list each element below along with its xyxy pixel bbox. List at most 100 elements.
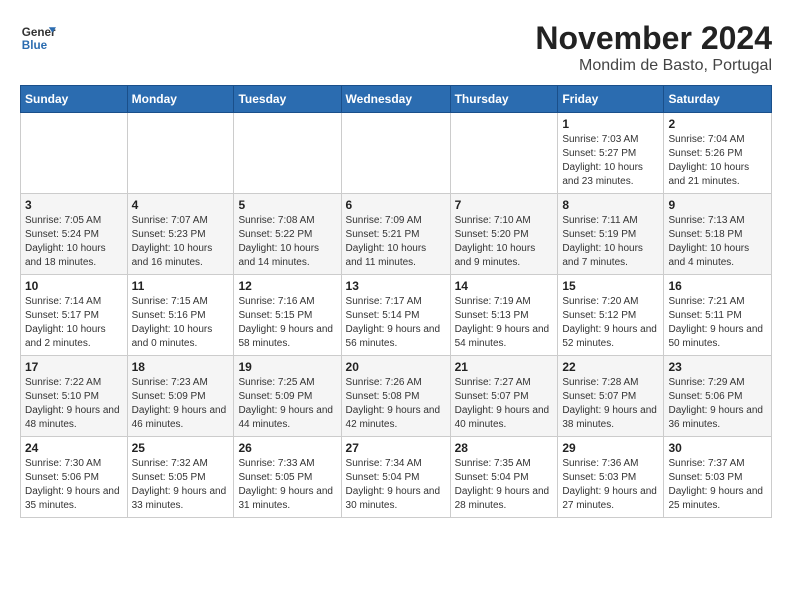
- day-number: 16: [668, 279, 767, 293]
- logo: General Blue: [20, 20, 56, 56]
- day-number: 21: [455, 360, 554, 374]
- day-number: 20: [346, 360, 446, 374]
- week-row-2: 3 Sunrise: 7:05 AM Sunset: 5:24 PM Daylig…: [21, 194, 772, 275]
- day-cell: 21 Sunrise: 7:27 AM Sunset: 5:07 PM Dayli…: [450, 356, 558, 437]
- day-info: Sunrise: 7:13 AM Sunset: 5:18 PM Dayligh…: [668, 214, 767, 270]
- day-cell: 28 Sunrise: 7:35 AM Sunset: 5:04 PM Dayli…: [450, 437, 558, 518]
- day-cell: 5 Sunrise: 7:08 AM Sunset: 5:22 PM Daylig…: [234, 194, 341, 275]
- day-number: 3: [25, 198, 123, 212]
- calendar-header: SundayMondayTuesdayWednesdayThursdayFrid…: [21, 86, 772, 113]
- day-number: 10: [25, 279, 123, 293]
- day-number: 2: [668, 117, 767, 131]
- day-info: Sunrise: 7:16 AM Sunset: 5:15 PM Dayligh…: [238, 295, 336, 351]
- day-info: Sunrise: 7:11 AM Sunset: 5:19 PM Dayligh…: [562, 214, 659, 270]
- day-info: Sunrise: 7:20 AM Sunset: 5:12 PM Dayligh…: [562, 295, 659, 351]
- day-info: Sunrise: 7:22 AM Sunset: 5:10 PM Dayligh…: [25, 376, 123, 432]
- weekday-friday: Friday: [558, 86, 664, 113]
- day-info: Sunrise: 7:23 AM Sunset: 5:09 PM Dayligh…: [132, 376, 230, 432]
- day-cell: 30 Sunrise: 7:37 AM Sunset: 5:03 PM Dayli…: [664, 437, 772, 518]
- day-cell: 14 Sunrise: 7:19 AM Sunset: 5:13 PM Dayli…: [450, 275, 558, 356]
- day-info: Sunrise: 7:26 AM Sunset: 5:08 PM Dayligh…: [346, 376, 446, 432]
- day-cell: 27Sunrise: 7:34 AM Sunset: 5:04 PM Dayli…: [341, 437, 450, 518]
- day-number: 22: [562, 360, 659, 374]
- day-cell: 24 Sunrise: 7:30 AM Sunset: 5:06 PM Dayli…: [21, 437, 128, 518]
- day-number: 5: [238, 198, 336, 212]
- day-number: 1: [562, 117, 659, 131]
- day-cell: 19 Sunrise: 7:25 AM Sunset: 5:09 PM Dayli…: [234, 356, 341, 437]
- day-number: 19: [238, 360, 336, 374]
- day-info: Sunrise: 7:33 AM Sunset: 5:05 PM Dayligh…: [238, 457, 336, 513]
- day-cell: 7 Sunrise: 7:10 AM Sunset: 5:20 PM Daylig…: [450, 194, 558, 275]
- day-number: 6: [346, 198, 446, 212]
- day-info: Sunrise: 7:05 AM Sunset: 5:24 PM Dayligh…: [25, 214, 123, 270]
- day-cell: 3 Sunrise: 7:05 AM Sunset: 5:24 PM Daylig…: [21, 194, 128, 275]
- day-number: 30: [668, 441, 767, 455]
- day-cell: 26 Sunrise: 7:33 AM Sunset: 5:05 PM Dayli…: [234, 437, 341, 518]
- day-number: 7: [455, 198, 554, 212]
- day-number: 23: [668, 360, 767, 374]
- svg-text:Blue: Blue: [22, 39, 48, 52]
- day-cell: 15 Sunrise: 7:20 AM Sunset: 5:12 PM Dayli…: [558, 275, 664, 356]
- day-info: Sunrise: 7:35 AM Sunset: 5:04 PM Dayligh…: [455, 457, 554, 513]
- subtitle: Mondim de Basto, Portugal: [535, 57, 772, 75]
- day-number: 4: [132, 198, 230, 212]
- day-number: 12: [238, 279, 336, 293]
- day-number: 17: [25, 360, 123, 374]
- day-info: Sunrise: 7:37 AM Sunset: 5:03 PM Dayligh…: [668, 457, 767, 513]
- day-info: Sunrise: 7:29 AM Sunset: 5:06 PM Dayligh…: [668, 376, 767, 432]
- day-info: Sunrise: 7:25 AM Sunset: 5:09 PM Dayligh…: [238, 376, 336, 432]
- title-section: November 2024 Mondim de Basto, Portugal: [535, 20, 772, 75]
- day-info: Sunrise: 7:04 AM Sunset: 5:26 PM Dayligh…: [668, 133, 767, 189]
- day-number: 29: [562, 441, 659, 455]
- weekday-thursday: Thursday: [450, 86, 558, 113]
- weekday-monday: Monday: [127, 86, 234, 113]
- day-number: 26: [238, 441, 336, 455]
- day-cell: 1Sunrise: 7:03 AM Sunset: 5:27 PM Daylig…: [558, 113, 664, 194]
- day-number: 24: [25, 441, 123, 455]
- day-cell: 20 Sunrise: 7:26 AM Sunset: 5:08 PM Dayli…: [341, 356, 450, 437]
- calendar: SundayMondayTuesdayWednesdayThursdayFrid…: [20, 85, 772, 518]
- day-cell: [341, 113, 450, 194]
- day-cell: 23 Sunrise: 7:29 AM Sunset: 5:06 PM Dayli…: [664, 356, 772, 437]
- day-cell: 13 Sunrise: 7:17 AM Sunset: 5:14 PM Dayli…: [341, 275, 450, 356]
- day-number: 28: [455, 441, 554, 455]
- day-cell: 4 Sunrise: 7:07 AM Sunset: 5:23 PM Daylig…: [127, 194, 234, 275]
- day-number: 25: [132, 441, 230, 455]
- day-cell: 8Sunrise: 7:11 AM Sunset: 5:19 PM Daylig…: [558, 194, 664, 275]
- day-info: Sunrise: 7:10 AM Sunset: 5:20 PM Dayligh…: [455, 214, 554, 270]
- day-info: Sunrise: 7:30 AM Sunset: 5:06 PM Dayligh…: [25, 457, 123, 513]
- weekday-tuesday: Tuesday: [234, 86, 341, 113]
- week-row-4: 17 Sunrise: 7:22 AM Sunset: 5:10 PM Dayli…: [21, 356, 772, 437]
- day-number: 13: [346, 279, 446, 293]
- day-info: Sunrise: 7:09 AM Sunset: 5:21 PM Dayligh…: [346, 214, 446, 270]
- day-cell: [21, 113, 128, 194]
- week-row-5: 24 Sunrise: 7:30 AM Sunset: 5:06 PM Dayli…: [21, 437, 772, 518]
- day-info: Sunrise: 7:27 AM Sunset: 5:07 PM Dayligh…: [455, 376, 554, 432]
- day-number: 9: [668, 198, 767, 212]
- day-info: Sunrise: 7:17 AM Sunset: 5:14 PM Dayligh…: [346, 295, 446, 351]
- day-info: Sunrise: 7:21 AM Sunset: 5:11 PM Dayligh…: [668, 295, 767, 351]
- main-title: November 2024: [535, 20, 772, 57]
- day-cell: 6 Sunrise: 7:09 AM Sunset: 5:21 PM Daylig…: [341, 194, 450, 275]
- weekday-row: SundayMondayTuesdayWednesdayThursdayFrid…: [21, 86, 772, 113]
- day-cell: 9 Sunrise: 7:13 AM Sunset: 5:18 PM Daylig…: [664, 194, 772, 275]
- day-info: Sunrise: 7:34 AM Sunset: 5:04 PM Dayligh…: [346, 457, 446, 513]
- day-cell: 2 Sunrise: 7:04 AM Sunset: 5:26 PM Daylig…: [664, 113, 772, 194]
- day-info: Sunrise: 7:07 AM Sunset: 5:23 PM Dayligh…: [132, 214, 230, 270]
- day-info: Sunrise: 7:08 AM Sunset: 5:22 PM Dayligh…: [238, 214, 336, 270]
- day-number: 14: [455, 279, 554, 293]
- day-cell: 29Sunrise: 7:36 AM Sunset: 5:03 PM Dayli…: [558, 437, 664, 518]
- day-cell: [450, 113, 558, 194]
- day-cell: [234, 113, 341, 194]
- calendar-body: 1Sunrise: 7:03 AM Sunset: 5:27 PM Daylig…: [21, 113, 772, 518]
- day-cell: 11Sunrise: 7:15 AM Sunset: 5:16 PM Dayli…: [127, 275, 234, 356]
- day-cell: 10Sunrise: 7:14 AM Sunset: 5:17 PM Dayli…: [21, 275, 128, 356]
- day-cell: 22Sunrise: 7:28 AM Sunset: 5:07 PM Dayli…: [558, 356, 664, 437]
- day-number: 15: [562, 279, 659, 293]
- weekday-wednesday: Wednesday: [341, 86, 450, 113]
- weekday-sunday: Sunday: [21, 86, 128, 113]
- day-info: Sunrise: 7:32 AM Sunset: 5:05 PM Dayligh…: [132, 457, 230, 513]
- week-row-3: 10Sunrise: 7:14 AM Sunset: 5:17 PM Dayli…: [21, 275, 772, 356]
- day-cell: 12 Sunrise: 7:16 AM Sunset: 5:15 PM Dayli…: [234, 275, 341, 356]
- day-info: Sunrise: 7:19 AM Sunset: 5:13 PM Dayligh…: [455, 295, 554, 351]
